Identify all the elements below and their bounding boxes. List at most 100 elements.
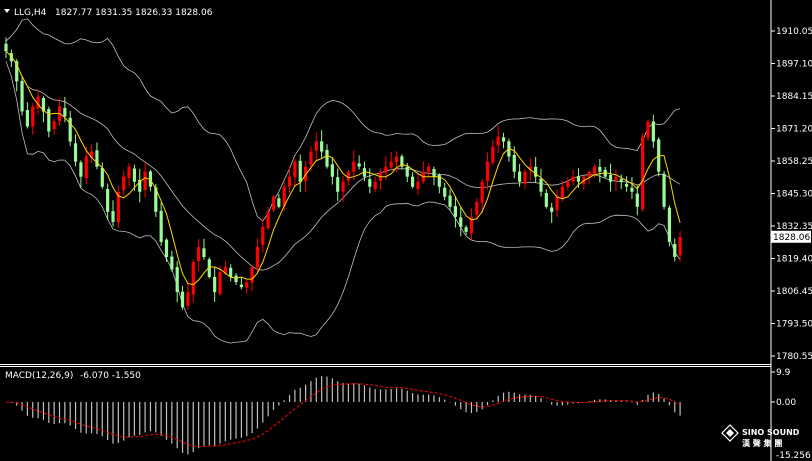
candle (68, 111, 72, 147)
candle (421, 161, 425, 184)
candle (36, 89, 40, 115)
candle (416, 173, 420, 195)
candle (73, 134, 78, 167)
candle (202, 238, 206, 260)
candle (475, 197, 479, 220)
candle (443, 183, 447, 201)
price-tick-label: 1858.25 (776, 157, 812, 167)
price-tick-label: 1910.05 (776, 27, 812, 37)
price-tick-label: 1845.30 (776, 190, 812, 200)
candle (277, 194, 281, 209)
candle (90, 144, 94, 164)
candle (566, 177, 570, 191)
candle (550, 202, 554, 223)
candle (298, 154, 302, 193)
candle (122, 170, 126, 196)
candle (625, 176, 629, 192)
ma-line (5, 50, 681, 286)
candle (180, 285, 185, 310)
candle (539, 168, 543, 197)
candle (271, 194, 276, 212)
macd-values: -6.070 -1.550 (80, 371, 141, 381)
price-tick-label: 1871.20 (776, 125, 812, 135)
candle (234, 272, 238, 285)
candle (411, 172, 415, 189)
candle (79, 160, 83, 188)
candle (229, 264, 233, 282)
candle (582, 175, 586, 190)
candle (106, 183, 110, 220)
price-tick-label: 1897.10 (776, 60, 812, 70)
candle (239, 277, 243, 290)
candle (389, 152, 393, 171)
candle (496, 125, 500, 153)
price-chart[interactable]: 1910.05 1897.10 1884.15 1871.20 1858.25 1845.… (0, 0, 812, 461)
candle (571, 169, 575, 186)
macd-tick-bottom: -15.256 (776, 451, 811, 461)
price-tick-label: 1819.40 (776, 255, 812, 265)
moving-average (5, 50, 681, 286)
candle (678, 231, 682, 262)
candle (501, 132, 506, 149)
price-tick-label: 1780.55 (776, 352, 812, 362)
candle (95, 142, 99, 170)
candle (491, 139, 495, 166)
candle (143, 162, 147, 198)
price-tick-label: 1793.50 (776, 320, 812, 330)
logo-text-en: SINO SOUND (742, 428, 800, 437)
bollinger-middle (5, 50, 681, 271)
candle (320, 130, 324, 160)
candle (544, 189, 548, 209)
candle (336, 168, 340, 201)
candle (52, 118, 56, 135)
candle (213, 267, 217, 302)
candle (245, 279, 249, 294)
candle (453, 196, 457, 228)
current-price-marker: 1828.06 (771, 230, 811, 243)
candle (673, 238, 677, 262)
price-tick-label: 1884.15 (776, 92, 812, 102)
sino-sound-logo: SINO SOUND 漢 聲 集 團 (721, 424, 800, 448)
candle (378, 168, 383, 190)
macd-histogram (10, 376, 681, 455)
candle (646, 119, 650, 142)
candle (400, 154, 404, 170)
price-tick-label: 1832.35 (776, 222, 812, 232)
candle (255, 238, 260, 272)
candle (608, 163, 613, 192)
candle (159, 202, 163, 246)
candle (432, 166, 436, 186)
chart-header: LLG,H4 1827.77 1831.35 1826.33 1828.06 (4, 8, 213, 18)
macd-header: MACD(12,26,9) -6.070 -1.550 (5, 371, 141, 381)
candle (314, 132, 318, 162)
candle (427, 163, 431, 178)
candle (20, 75, 24, 116)
price-tick-label: 1806.45 (776, 287, 812, 297)
candle (614, 169, 618, 191)
candle (373, 176, 377, 193)
candle (641, 132, 645, 212)
candle (330, 157, 334, 185)
candle (485, 152, 490, 190)
candle (31, 102, 35, 135)
candle (598, 158, 602, 183)
candle (635, 185, 639, 216)
candle (555, 189, 559, 217)
candle (111, 200, 115, 227)
candle (469, 208, 474, 241)
candle (368, 168, 372, 194)
candle (261, 218, 265, 253)
dropdown-icon[interactable] (4, 9, 10, 13)
candle (459, 206, 463, 237)
candle (186, 281, 190, 310)
candle (667, 205, 671, 247)
candle (651, 114, 655, 149)
candle (662, 171, 666, 210)
candle (197, 239, 201, 272)
candle (57, 98, 62, 126)
ohlc-values: 1827.77 1831.35 1826.33 1828.06 (55, 8, 213, 18)
macd-tick-top: 9.9 (776, 368, 791, 378)
candle (138, 168, 142, 203)
candle (127, 163, 131, 187)
macd-tick-zero: 0.00 (776, 398, 796, 408)
